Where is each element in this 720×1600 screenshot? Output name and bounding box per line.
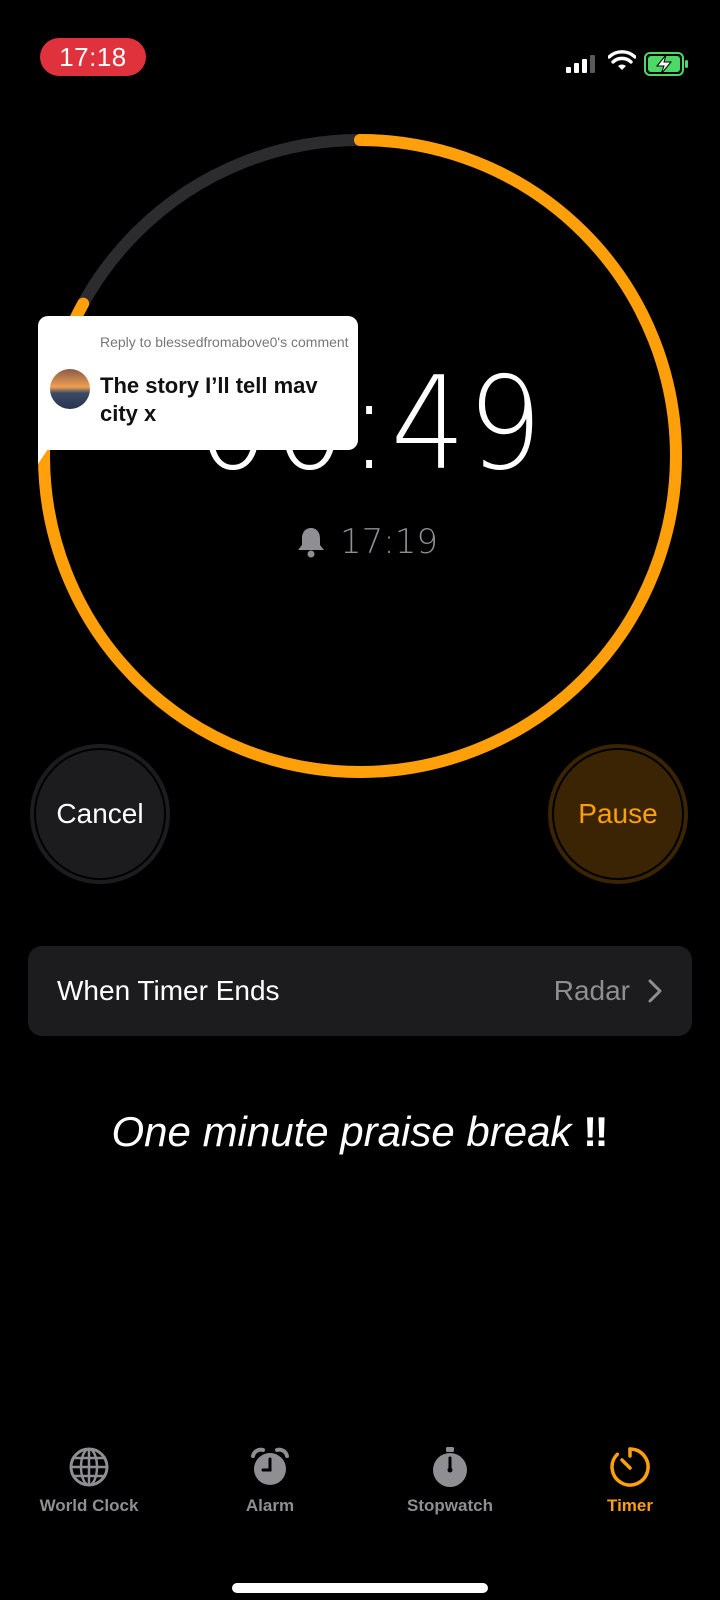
alarm-clock-icon <box>251 1447 289 1485</box>
tab-label: Alarm <box>245 1496 295 1515</box>
tab-timer[interactable]: Timer <box>555 1446 705 1516</box>
video-caption: One minute praise break ‼ <box>0 1108 720 1156</box>
pause-button[interactable]: Pause <box>548 744 688 884</box>
stopwatch-icon <box>433 1447 467 1487</box>
reply-comment-text: The story I’ll tell mav city x <box>100 373 318 426</box>
reply-comment-card[interactable]: Reply to blessedfromabove0's comment The… <box>38 316 358 450</box>
tab-alarm[interactable]: Alarm <box>195 1446 345 1516</box>
globe-icon <box>69 1447 109 1487</box>
tab-label: World Clock <box>39 1496 139 1515</box>
tab-label: Stopwatch <box>407 1496 493 1515</box>
tab-stopwatch[interactable]: Stopwatch <box>375 1446 525 1516</box>
chevron-right-icon <box>648 979 662 1003</box>
caption-text: One minute praise break <box>111 1108 572 1155</box>
reply-meta: Reply to blessedfromabove0's comment <box>100 334 349 350</box>
battery-charging-icon <box>644 52 688 76</box>
ringtone-value: Radar <box>553 975 630 1006</box>
when-timer-ends-row[interactable]: When Timer Ends Radar <box>28 946 692 1036</box>
cancel-button[interactable]: Cancel <box>30 744 170 884</box>
alarm-end-time: 17:19 <box>296 520 438 564</box>
pause-button-label: Pause <box>578 798 658 829</box>
timer-icon <box>610 1447 650 1487</box>
tab-label: Timer <box>607 1496 653 1515</box>
when-timer-ends-label: When Timer Ends <box>57 975 280 1006</box>
bell-icon <box>298 528 324 558</box>
avatar <box>50 369 90 409</box>
caption-emoji: ‼ <box>583 1108 609 1155</box>
cellular-signal-icon <box>566 55 595 73</box>
home-indicator[interactable] <box>232 1583 488 1593</box>
alarm-end-time-label: 17:19 <box>340 522 438 562</box>
cancel-button-label: Cancel <box>56 798 144 829</box>
wifi-icon <box>608 50 636 70</box>
status-time-pill[interactable]: 17:18 <box>40 38 146 76</box>
tab-world-clock[interactable]: World Clock <box>14 1446 164 1516</box>
